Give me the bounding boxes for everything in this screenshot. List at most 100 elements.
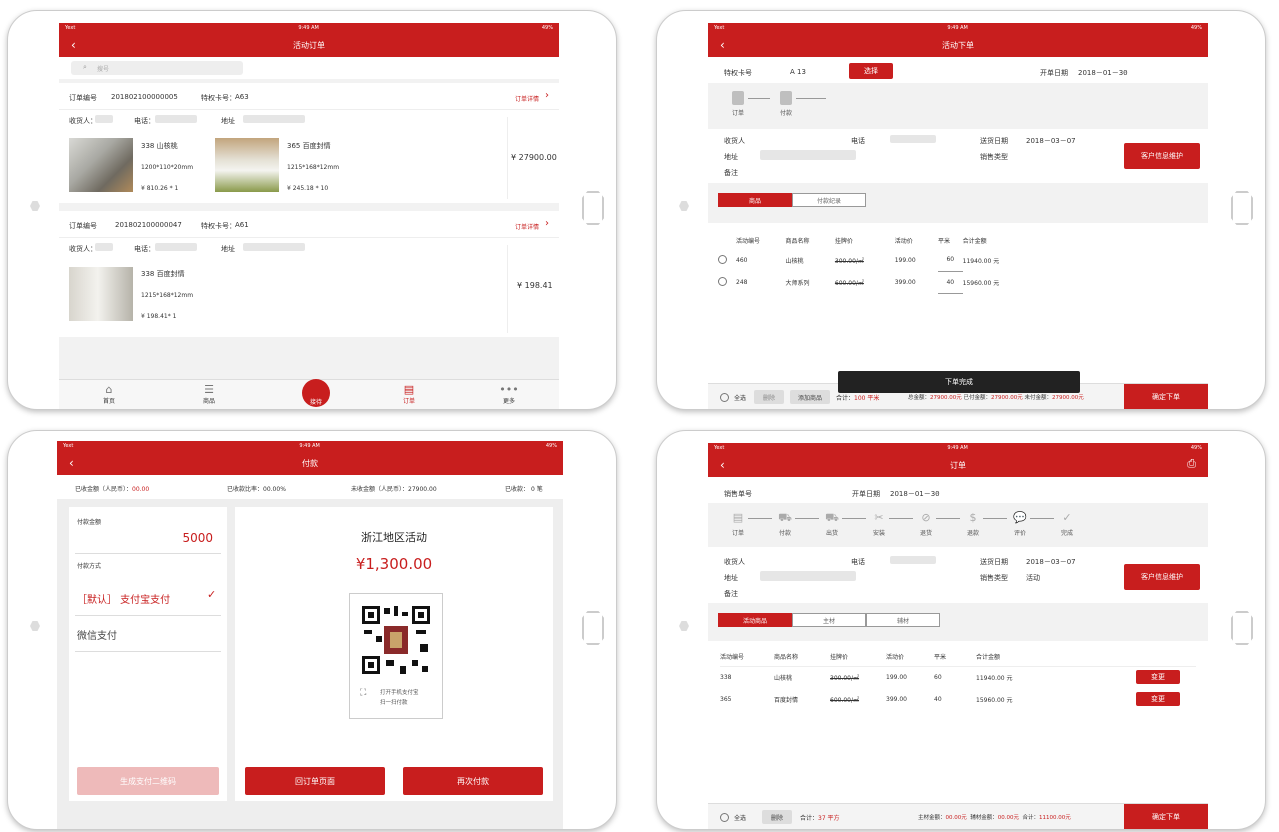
tab-label: 更多 bbox=[502, 398, 515, 405]
step-line bbox=[748, 518, 772, 519]
aux-amount-label: 辅材金额： bbox=[970, 815, 998, 821]
column-header: 商品名称 bbox=[774, 654, 799, 662]
table-row[interactable]: 365 百度封情 600.00/㎡ 399.00 40 15960.00 元 变更 bbox=[720, 688, 1196, 710]
home-button[interactable] bbox=[1231, 611, 1253, 645]
select-all-radio[interactable] bbox=[720, 393, 729, 402]
order-card[interactable]: 订单编号 201802100000005 特权卡号： A63 订单详情 › 收货… bbox=[59, 83, 559, 203]
tab-products[interactable]: 商品 bbox=[718, 193, 792, 207]
back-icon[interactable]: ‹ bbox=[720, 458, 725, 472]
back-icon[interactable]: ‹ bbox=[720, 38, 725, 52]
progress-steps: ▤ 订单 ⛟ 付款 ⛟ 出货 ✂ 安装 ⊘ 退货 $ 退款 💬 评价 ✓ 完成 bbox=[708, 503, 1208, 547]
order-total: ¥ 198.41 bbox=[517, 281, 553, 290]
home-button[interactable] bbox=[1231, 191, 1253, 225]
change-button[interactable]: 变更 bbox=[1136, 692, 1180, 706]
table-row[interactable]: 460 山核桃 300.00/㎡ 199.00 60 11940.00 元 bbox=[718, 249, 1038, 272]
check-icon: ✓ bbox=[1062, 511, 1072, 524]
unpaid-value: 27900.00元 bbox=[1052, 395, 1084, 401]
back-icon[interactable]: ‹ bbox=[71, 38, 76, 52]
generate-qr-button[interactable]: 生成支付二维码 bbox=[77, 767, 219, 795]
change-button[interactable]: 变更 bbox=[1136, 670, 1180, 685]
truck-icon bbox=[780, 91, 792, 105]
step-pay: 付款 bbox=[774, 91, 798, 117]
tab-home[interactable]: ⌂ 首页 bbox=[59, 380, 159, 409]
phone-label: 电话： bbox=[134, 117, 155, 125]
row-radio[interactable] bbox=[718, 276, 727, 286]
select-all-label[interactable]: 全选 bbox=[734, 393, 746, 402]
date-value[interactable]: 2018－01－30 bbox=[890, 489, 940, 499]
alipay-option[interactable]: ［默认］ 支付宝支付 bbox=[77, 591, 170, 606]
refund-icon: $ bbox=[969, 511, 977, 524]
card-label: 特权卡号： bbox=[201, 222, 236, 230]
back-icon[interactable]: ‹ bbox=[69, 456, 74, 470]
tab-label: 接待 bbox=[309, 399, 322, 406]
sqm-input[interactable]: 60 bbox=[937, 249, 963, 272]
row-radio[interactable] bbox=[718, 254, 727, 264]
sales-no-label: 销售单号 bbox=[724, 490, 752, 498]
confirm-order-button[interactable]: 确定下单 bbox=[1124, 804, 1208, 829]
order-detail-link[interactable]: 订单详情 bbox=[515, 222, 539, 231]
battery: 49% bbox=[541, 25, 553, 31]
search-bar: ⌕ 搜号 bbox=[59, 57, 559, 79]
tab-aux-material[interactable]: 辅材 bbox=[866, 613, 940, 627]
receiver-label: 收货人： bbox=[69, 245, 97, 253]
date-value[interactable]: 2018－01－30 bbox=[1078, 68, 1128, 78]
delete-button[interactable]: 删除 bbox=[762, 810, 792, 824]
total-label: 合计： bbox=[1022, 815, 1040, 821]
tab-orders[interactable]: ▤ 订单 bbox=[359, 380, 459, 409]
amount-input[interactable]: 5000 bbox=[182, 531, 213, 545]
back-to-order-button[interactable]: 回订单页面 bbox=[245, 767, 385, 795]
cell: 15960.00 元 bbox=[976, 696, 1013, 704]
sqm-input[interactable]: 40 bbox=[937, 271, 963, 294]
chevron-right-icon[interactable]: › bbox=[545, 90, 549, 101]
cell: 15960.00 元 bbox=[962, 279, 1000, 287]
search-input[interactable]: ⌕ 搜号 bbox=[71, 61, 243, 75]
tab-main-material[interactable]: 主材 bbox=[792, 613, 866, 627]
product-image bbox=[215, 138, 279, 192]
nav-bar: ‹ 订单 ⎙ bbox=[708, 453, 1208, 477]
add-product-button[interactable]: 添加商品 bbox=[790, 390, 830, 404]
confirm-order-button[interactable]: 确定下单 bbox=[1124, 384, 1208, 409]
select-all-radio[interactable] bbox=[720, 813, 729, 822]
phone-blur bbox=[155, 243, 197, 251]
customer-info-button[interactable]: 客户信息维护 bbox=[1124, 143, 1200, 169]
price-text: ¥1,300.00 bbox=[355, 555, 433, 573]
total-value: 11100.00元 bbox=[1039, 815, 1071, 821]
tablet-payment: Yext 9:49 AM 49% ‹ 付款 已收金额（人民币）：00.00 已收款比率… bbox=[7, 430, 617, 830]
tablet-order-detail: Yext 9:49 AM 49% ‹ 订单 ⎙ 销售单号 开单日期 2018－01－30… bbox=[656, 430, 1266, 830]
main-amount: 00.00元 bbox=[945, 815, 967, 821]
home-button[interactable] bbox=[582, 191, 604, 225]
select-all-label[interactable]: 全选 bbox=[734, 813, 746, 822]
chevron-right-icon[interactable]: › bbox=[545, 218, 549, 229]
customer-info-button[interactable]: 客户信息维护 bbox=[1124, 564, 1200, 590]
cell: 199.00 bbox=[894, 256, 916, 264]
tab-reception[interactable]: 接待 bbox=[259, 379, 359, 409]
chevron-down-icon[interactable]: ⌄ bbox=[934, 488, 940, 496]
table-row[interactable]: 248 大师系列 600.00/㎡ 399.00 40 15960.00 元 bbox=[718, 271, 1038, 294]
column-header: 平米 bbox=[934, 654, 947, 662]
tab-payment-records[interactable]: 付款纪录 bbox=[792, 193, 866, 207]
scan-hint: 扫一扫付款 bbox=[380, 700, 408, 706]
card-no: A63 bbox=[235, 93, 249, 101]
tab-active-products[interactable]: 活动商品 bbox=[718, 613, 792, 627]
product-image bbox=[69, 138, 133, 192]
column-header: 活动价 bbox=[886, 654, 905, 662]
order-card[interactable]: 订单编号 201802100000047 特权卡号： A61 订单详情 › 收货… bbox=[59, 211, 559, 337]
total-label: 总金额： bbox=[908, 395, 931, 401]
chevron-down-icon[interactable]: ⌄ bbox=[1122, 67, 1128, 75]
printer-icon[interactable]: ⎙ bbox=[1187, 457, 1196, 471]
tab-products[interactable]: ☰ 商品 bbox=[159, 380, 259, 409]
pay-again-button[interactable]: 再次付款 bbox=[403, 767, 543, 795]
status-bar: Yext 9:49 AM 49% bbox=[708, 443, 1208, 453]
table-row[interactable]: 338 山核桃 300.00/㎡ 199.00 60 11940.00 元 变更 bbox=[720, 666, 1196, 688]
select-button[interactable]: 选择 bbox=[849, 63, 893, 79]
ship-date-label: 送货日期 bbox=[980, 558, 1008, 566]
cell: 399.00 bbox=[894, 278, 916, 286]
ship-date: 2018－03－07 bbox=[1026, 558, 1076, 566]
column-header: 活动价 bbox=[894, 237, 913, 245]
tab-more[interactable]: ••• 更多 bbox=[459, 380, 559, 409]
tablet-active-orders: Yext 9:49 AM 49% ‹ 活动订单 ⌕ 搜号 订单编号 201802100… bbox=[7, 10, 617, 410]
wechat-option[interactable]: 微信支付 bbox=[77, 627, 117, 642]
home-button[interactable] bbox=[582, 611, 604, 645]
order-detail-link[interactable]: 订单详情 bbox=[515, 94, 539, 103]
delete-button[interactable]: 删除 bbox=[754, 390, 784, 404]
